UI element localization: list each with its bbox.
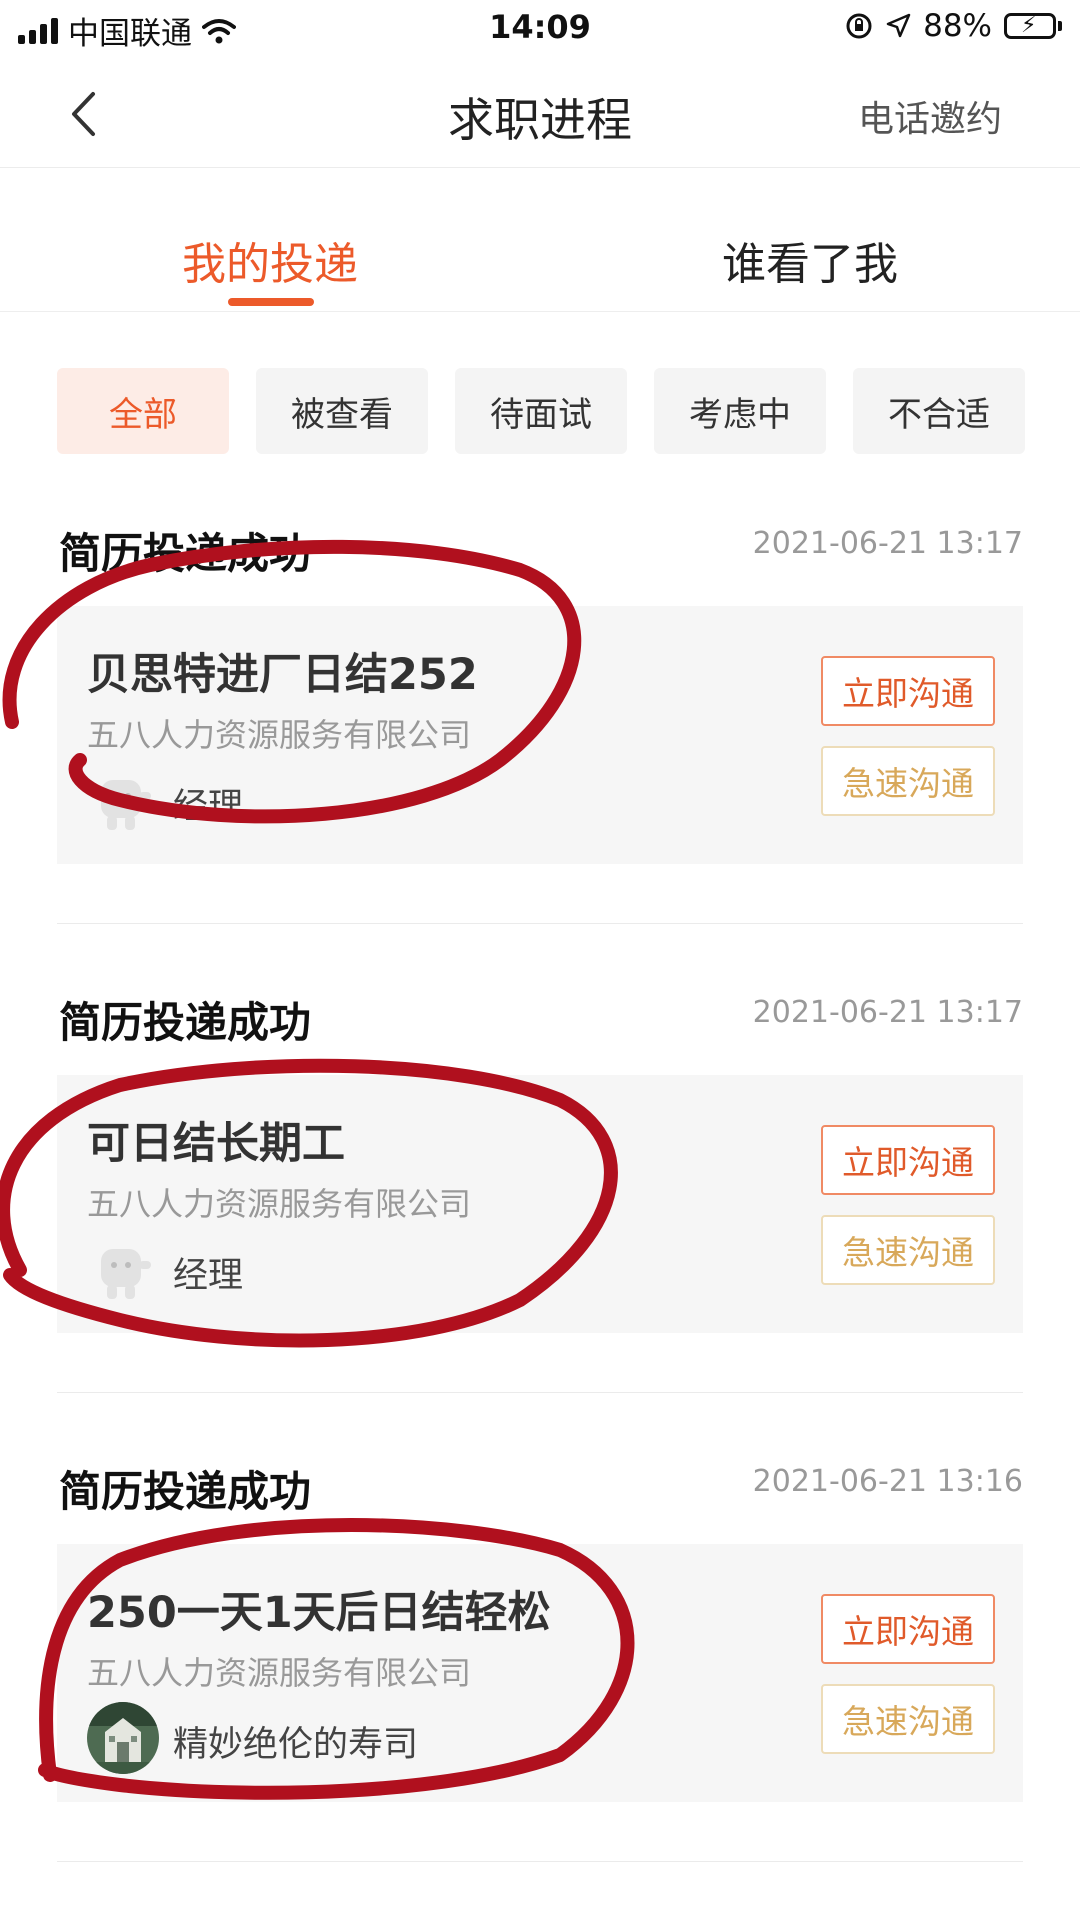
job-card[interactable]: 250一天1天后日结轻松 五八人力资源服务有限公司 精妙绝伦的寿司 立即沟通 急… [57, 1544, 1023, 1802]
battery-percent: 88% [923, 8, 992, 44]
nav-bar: 求职进程 电话邀约 [0, 60, 1080, 168]
chat-now-button[interactable]: 立即沟通 [821, 1594, 995, 1664]
status-bar: 中国联通 14:09 88% ⚡ [0, 0, 1080, 60]
application-status: 简历投递成功 [59, 998, 312, 1047]
company-name: 五八人力资源服务有限公司 [87, 1185, 472, 1223]
filter-considering[interactable]: 考虑中 [654, 368, 826, 454]
active-tab-indicator [228, 298, 314, 306]
avatar [87, 1702, 159, 1774]
battery-charging-icon: ⚡ [1004, 13, 1062, 39]
divider [57, 923, 1023, 924]
job-title: 250一天1天后日结轻松 [87, 1588, 551, 1638]
filter-all[interactable]: 全部 [57, 368, 229, 454]
application-time: 2021-06-21 13:17 [752, 995, 1023, 1030]
filter-bar: 全部 被查看 待面试 考虑中 不合适 [57, 368, 1025, 454]
filter-unsuitable[interactable]: 不合适 [853, 368, 1025, 454]
company-name: 五八人力资源服务有限公司 [87, 1654, 472, 1692]
application-status: 简历投递成功 [59, 1467, 312, 1516]
fast-chat-button[interactable]: 急速沟通 [821, 746, 995, 816]
orientation-lock-icon [846, 13, 872, 39]
recruiter-name: 经理 [173, 787, 244, 827]
tab-who-viewed-me[interactable]: 谁看了我 [660, 228, 960, 292]
application-time: 2021-06-21 13:16 [752, 1464, 1023, 1499]
recruiter-name: 经理 [173, 1256, 244, 1296]
job-card[interactable]: 可日结长期工 五八人力资源服务有限公司 经理 立即沟通 急速沟通 [57, 1075, 1023, 1333]
divider [57, 1392, 1023, 1393]
chat-now-button[interactable]: 立即沟通 [821, 1125, 995, 1195]
filter-pending-interview[interactable]: 待面试 [455, 368, 627, 454]
location-arrow-icon [886, 13, 911, 38]
application-time: 2021-06-21 13:17 [752, 526, 1023, 561]
status-right: 88% ⚡ [845, 8, 1062, 44]
filter-viewed[interactable]: 被查看 [256, 368, 428, 454]
job-title: 可日结长期工 [87, 1119, 345, 1169]
fast-chat-button[interactable]: 急速沟通 [821, 1215, 995, 1285]
company-name: 五八人力资源服务有限公司 [87, 716, 472, 754]
divider [57, 1861, 1023, 1862]
tab-my-applications[interactable]: 我的投递 [120, 228, 420, 292]
application-status: 简历投递成功 [59, 529, 312, 578]
fast-chat-button[interactable]: 急速沟通 [821, 1684, 995, 1754]
recruiter-name: 精妙绝伦的寿司 [173, 1725, 419, 1765]
avatar [87, 764, 159, 836]
phone-invite-button[interactable]: 电话邀约 [858, 90, 1002, 142]
tab-bar: 我的投递 谁看了我 [0, 168, 1080, 312]
chat-now-button[interactable]: 立即沟通 [821, 656, 995, 726]
job-title: 贝思特进厂日结252 [87, 650, 478, 700]
job-card[interactable]: 贝思特进厂日结252 五八人力资源服务有限公司 经理 立即沟通 急速沟通 [57, 606, 1023, 864]
avatar [87, 1233, 159, 1305]
